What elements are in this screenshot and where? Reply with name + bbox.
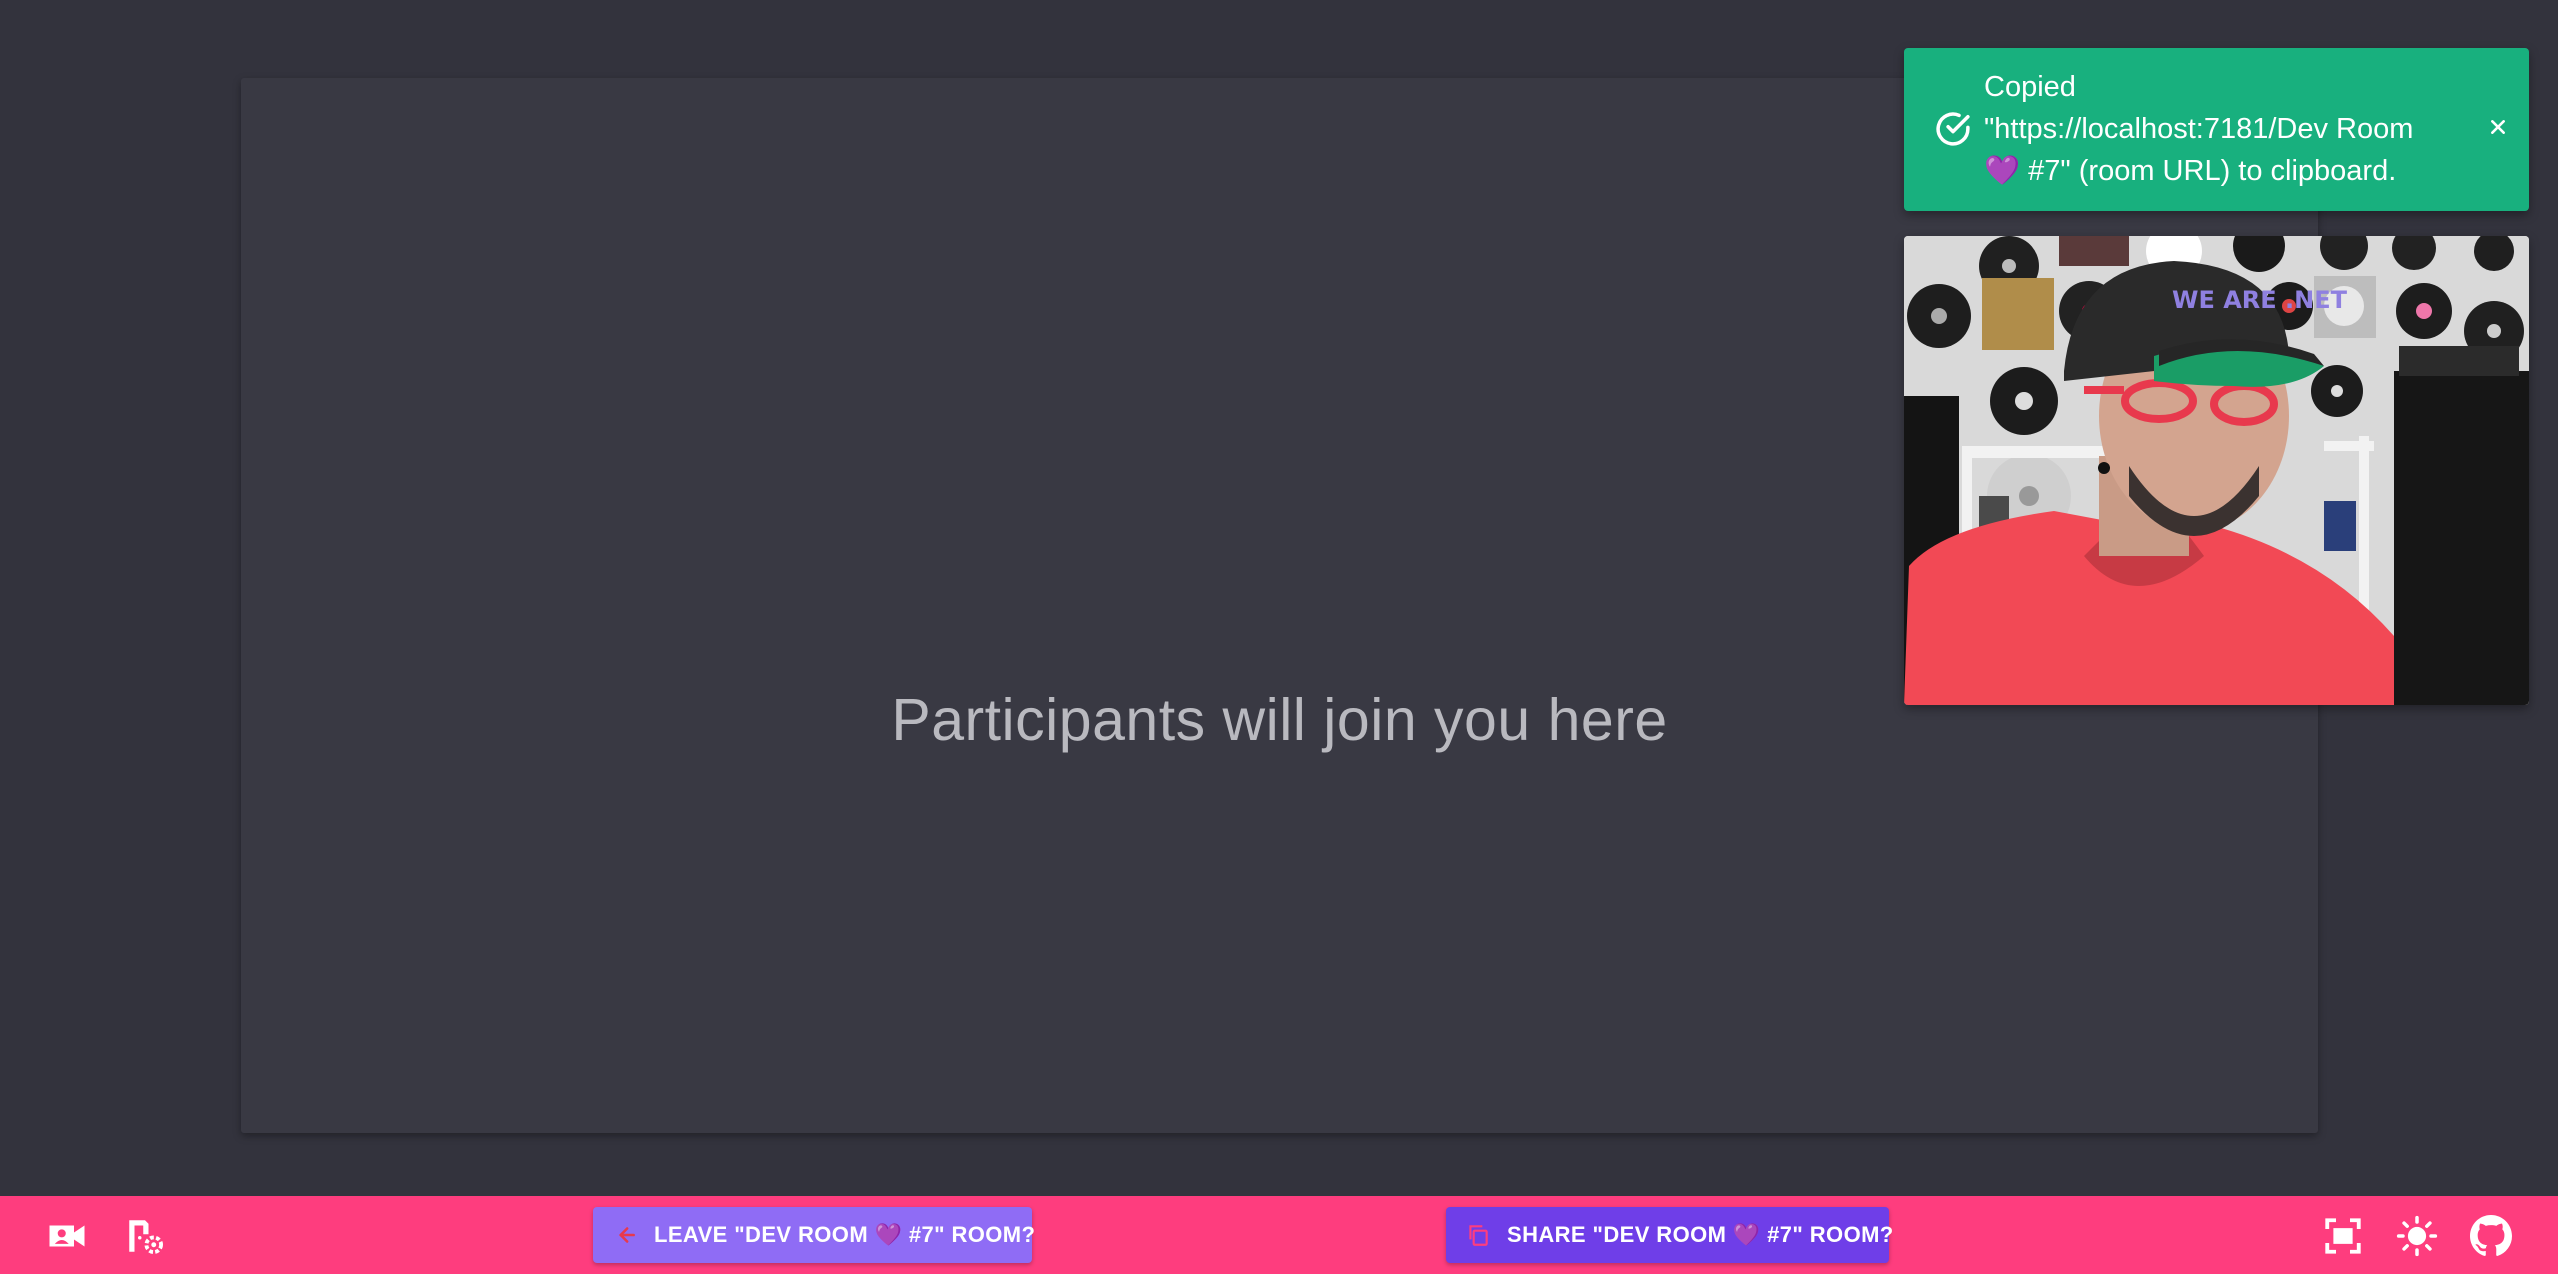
room-settings-icon[interactable] — [124, 1215, 166, 1257]
close-icon[interactable] — [2481, 110, 2515, 144]
leave-arrow-icon — [619, 1227, 635, 1243]
video-camera-icon[interactable] — [46, 1215, 88, 1257]
cap-text: WE ARE .NET — [2172, 286, 2348, 314]
check-circle-icon — [1936, 112, 1970, 146]
copied-toast: Copied "https://localhost:7181/Dev Room … — [1904, 48, 2529, 211]
webcam-image: WE ARE .NET — [1904, 236, 2529, 705]
toast-line-1: Copied — [1984, 71, 2076, 103]
toast-line-3: 💜 #7" (room URL) to clipboard. — [1984, 155, 2397, 187]
copy-icon — [1469, 1225, 1488, 1246]
toast-line-2: "https://localhost:7181/Dev Room — [1984, 113, 2414, 145]
leave-room-button[interactable]: LEAVE "DEV ROOM 💜 #7" ROOM? — [593, 1207, 1036, 1263]
theme-brightness-icon[interactable] — [2396, 1215, 2438, 1257]
bottom-toolbar: LEAVE "DEV ROOM 💜 #7" ROOM? SHARE "DEV R… — [0, 1196, 2558, 1274]
app-root: Participants will join you here Copied "… — [0, 0, 2558, 1274]
share-room-label: SHARE "DEV ROOM 💜 #7" ROOM? — [1507, 1222, 1894, 1247]
toast-message: Copied "https://localhost:7181/Dev Room … — [1984, 66, 2454, 192]
leave-room-label: LEAVE "DEV ROOM 💜 #7" ROOM? — [654, 1222, 1036, 1247]
local-camera-preview: WE ARE .NET — [1904, 236, 2529, 705]
share-room-button[interactable]: SHARE "DEV ROOM 💜 #7" ROOM? — [1446, 1207, 1893, 1263]
github-icon[interactable] — [2470, 1215, 2512, 1257]
fullscreen-icon[interactable] — [2322, 1215, 2364, 1257]
